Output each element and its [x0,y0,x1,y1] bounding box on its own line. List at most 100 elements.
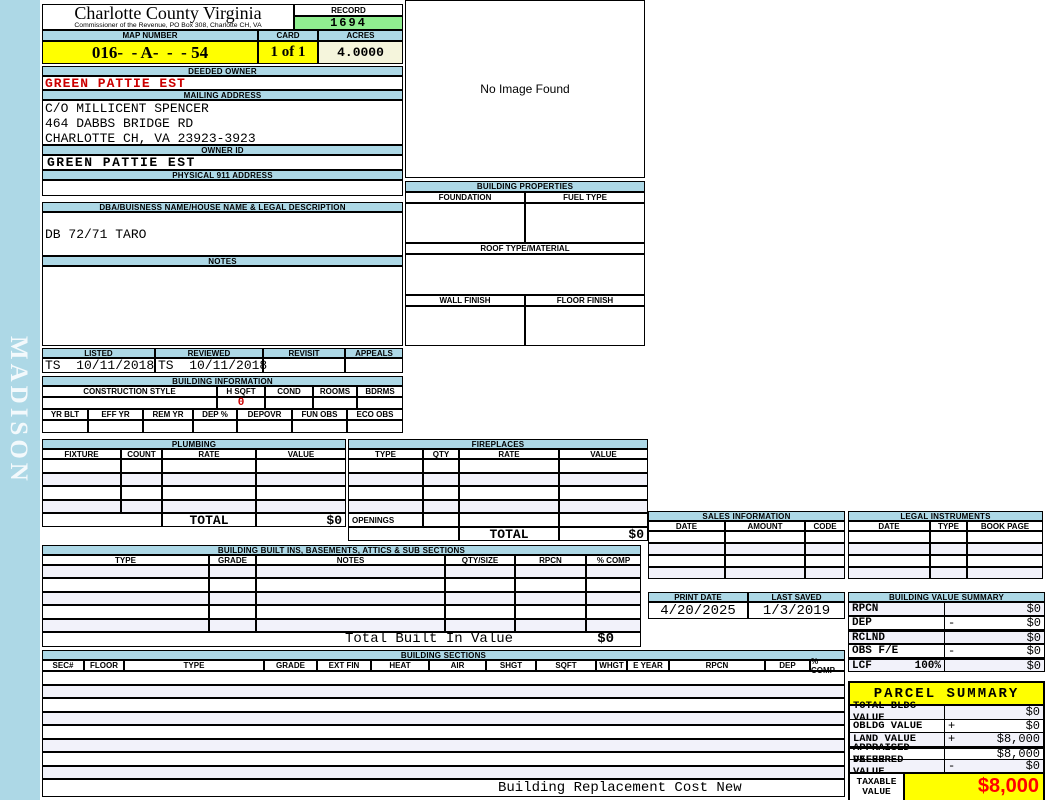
summary-row: RPCN $0 [848,602,1045,616]
wall-finish-value [405,306,525,346]
row-value: $0 [1026,705,1040,719]
row-value: $0 [1026,719,1040,733]
county-title: Charlotte County Virginia [43,5,293,22]
fireplaces-table: FIREPLACES TYPE QTY RATE VALUE OPENINGS … [348,439,648,541]
col-header: % COMP [586,555,641,565]
foundation-label: FOUNDATION [405,192,525,203]
col-header: RATE [459,449,559,459]
notes-value [42,266,403,346]
col-header: RPCN [669,660,765,671]
taxable-label-line: TAXABLE [857,777,897,787]
record-label: RECORD [294,4,403,16]
rooms-label: ROOMS [313,386,357,397]
col-header: DATE [848,521,930,531]
funobs-label: FUN OBS [292,409,347,420]
col-header: VALUE [559,449,648,459]
physical-911-value [42,180,403,196]
col-header: FLOOR [84,660,124,671]
building-replacement-cost-label: Building Replacement Cost New [498,780,742,796]
plumbing-total-label: TOTAL [162,513,256,527]
table-row [42,685,845,699]
taxable-value-label: TAXABLE VALUE [850,774,905,800]
table-row [42,766,845,780]
empty-cell [292,420,347,433]
card-label: CARD [258,30,318,41]
sales-information-table: SALES INFORMATION DATE AMOUNT CODE [648,511,845,579]
built-ins-table: BUILDING BUILT INS, BASEMENTS, ATTICS & … [42,545,641,647]
record-number: 1694 [294,16,403,30]
property-record-card: MADISON Charlotte County Virginia Commis… [0,0,1050,800]
table-row [42,605,641,618]
owner-id-value: GREEN PATTIE EST [42,155,403,170]
mailing-line: CHARLOTTE CH, VA 23923-3923 [45,131,402,146]
last-saved-value: 1/3/2019 [748,602,845,619]
empty-cell [42,513,162,527]
plumbing-total-value: $0 [256,513,346,527]
table-row [348,486,648,500]
floor-finish-label: FLOOR FINISH [525,295,645,306]
map-number-label: MAP NUMBER [42,30,258,41]
taxable-label-line: VALUE [862,787,891,797]
col-header: AMOUNT [725,521,805,531]
col-header: BOOK PAGE [967,521,1043,531]
commissioner-line: Commissioner of the Revenue, PO Box 308,… [43,22,293,29]
sidebar: MADISON [0,0,40,800]
built-ins-total-label: Total Built In Value [345,631,513,647]
effyr-label: EFF YR [88,409,143,420]
col-header: FIXTURE [42,449,121,459]
openings-label: OPENINGS [348,513,423,527]
summary-row: LCF100% $0 [848,658,1045,672]
summary-row: OBLDG VALUE +$0 [850,720,1043,734]
appeals-value [345,358,403,373]
row-label: RPCN [852,603,878,615]
dba-value: DB 72/71 TARO [42,212,403,256]
empty-cell [42,420,88,433]
wall-finish-label: WALL FINISH [405,295,525,306]
col-header: NOTES [256,555,445,565]
revisit-label: REVISIT [263,348,345,358]
col-header: SQFT [536,660,596,671]
acres-label: ACRES [318,30,403,41]
yrblt-label: YR BLT [42,409,88,420]
col-header: GRADE [264,660,317,671]
row-op: - [948,759,955,773]
table-row [42,698,845,712]
reviewed-label: REVIEWED [155,348,263,358]
remyr-label: REM YR [143,409,193,420]
col-header: % COMP [810,660,845,671]
parcel-summary: PARCEL SUMMARY TOTAL BLDG VALUE $0 OBLDG… [848,681,1045,800]
last-saved-label: LAST SAVED [748,592,845,602]
roof-type-label: ROOF TYPE/MATERIAL [405,243,645,254]
building-sections-table: BUILDING SECTIONS SEC# FLOOR TYPE GRADE … [42,650,845,797]
col-header: QTY [423,449,459,459]
cond-value [265,397,313,409]
notes-label: NOTES [42,256,403,266]
col-header: AIR [429,660,486,671]
building-value-summary: BUILDING VALUE SUMMARY RPCN $0 DEP -$0 R… [848,592,1045,672]
table-row [848,543,1043,555]
mailing-address-label: MAILING ADDRESS [42,90,403,100]
col-header: DATE [648,521,725,531]
table-row [648,531,845,543]
dba-label: DBA/BUISNESS NAME/HOUSE NAME & LEGAL DES… [42,202,403,212]
table-row [42,619,641,632]
summary-row: TOTAL BLDG VALUE $0 [850,706,1043,720]
plumbing-title: PLUMBING [42,439,346,449]
building-value-summary-title: BUILDING VALUE SUMMARY [848,592,1045,602]
row-op: - [948,644,955,658]
print-info-table: PRINT DATE LAST SAVED 4/20/2025 1/3/2019 [648,592,845,619]
row-label: RCLND [852,632,885,644]
taxable-value: $8,000 [905,774,1043,800]
county-header: Charlotte County Virginia Commissioner o… [42,4,294,30]
record-box: RECORD 1694 [294,4,403,30]
row-value: $0 [1026,759,1040,773]
col-header: WHGT [596,660,627,671]
table-row [42,752,845,766]
card-value: 1 of 1 [258,41,318,64]
col-header: TYPE [930,521,967,531]
rooms-value [313,397,357,409]
reviewed-value: TS 10/11/2018 [155,358,263,373]
table-row [648,543,845,555]
taxable-value-row: TAXABLE VALUE $8,000 [850,774,1043,800]
owner-id-label: OWNER ID [42,145,403,155]
